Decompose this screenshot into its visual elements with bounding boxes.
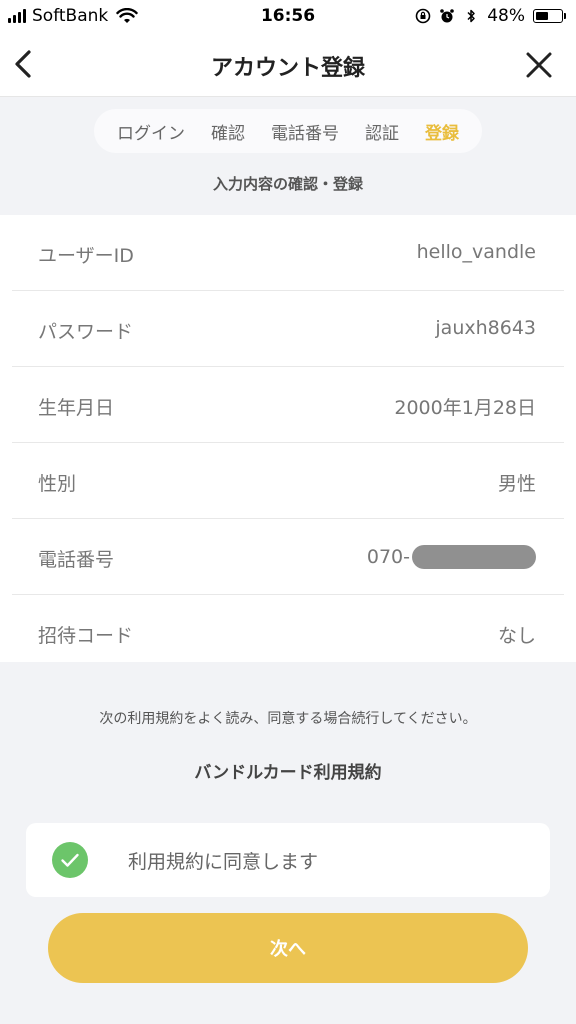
terms-note: 次の利用規約をよく読み、同意する場合続行してください。 xyxy=(99,711,477,727)
check-circle-icon[interactable] xyxy=(52,842,88,878)
status-bar: SoftBank 16:56 48% xyxy=(0,0,576,34)
step-1: ログイン xyxy=(117,123,185,144)
page-title: アカウント登録 xyxy=(210,56,365,81)
agree-terms-checkbox[interactable]: 利用規約に同意します xyxy=(26,823,550,897)
info-label: 生年月日 xyxy=(38,397,115,419)
next-button[interactable]: 次へ xyxy=(48,913,528,983)
step-indicator-section: ログイン 確認 電話番号 認証 登録 入力内容の確認・登録 xyxy=(0,97,576,215)
account-registration-screen: SoftBank 16:56 48% アカウント登録 ログイン 確認 電話番号 … xyxy=(0,0,576,1024)
info-value: 2000年1月28日 xyxy=(394,397,536,419)
step-2: 確認 xyxy=(211,123,245,144)
info-value: 男性 xyxy=(497,473,536,495)
orientation-lock-icon xyxy=(415,8,431,24)
battery-icon xyxy=(533,9,566,23)
info-label: ユーザーID xyxy=(38,245,134,267)
step-indicator: ログイン 確認 電話番号 認証 登録 xyxy=(94,109,482,153)
battery-percent: 48% xyxy=(487,6,525,26)
step-4: 認証 xyxy=(365,123,399,144)
info-row-gender: 性別 男性 xyxy=(12,443,564,519)
info-value: なし xyxy=(497,625,536,647)
info-value: jauxh8643 xyxy=(435,317,536,339)
navigation-bar: アカウント登録 xyxy=(0,34,576,97)
step-3: 電話番号 xyxy=(271,123,339,144)
info-value: hello_vandle xyxy=(416,241,536,263)
info-label: 電話番号 xyxy=(38,549,115,571)
confirmation-list: ユーザーID hello_vandle パスワード jauxh8643 生年月日… xyxy=(0,215,576,662)
info-row-phone: 電話番号 070- xyxy=(12,519,564,595)
agree-label: 利用規約に同意します xyxy=(128,851,319,873)
step-5: 登録 xyxy=(425,123,459,144)
info-label: 招待コード xyxy=(38,625,134,647)
info-value-phone: 070- xyxy=(367,545,536,569)
status-right: 48% xyxy=(415,6,566,26)
terms-link[interactable]: バンドルカード利用規約 xyxy=(0,758,576,783)
step-description: 入力内容の確認・登録 xyxy=(212,175,363,193)
info-label: 性別 xyxy=(38,473,77,495)
info-row-password: パスワード jauxh8643 xyxy=(12,291,564,367)
info-row-invite-code: 招待コード なし xyxy=(12,595,564,670)
alarm-icon xyxy=(440,9,455,23)
info-row-birthdate: 生年月日 2000年1月28日 xyxy=(12,367,564,443)
phone-prefix: 070- xyxy=(366,546,410,568)
bluetooth-icon xyxy=(467,9,475,23)
info-row-user-id: ユーザーID hello_vandle xyxy=(12,215,564,291)
redacted-phone-number xyxy=(412,545,536,569)
info-label: パスワード xyxy=(38,321,134,343)
close-icon[interactable] xyxy=(522,48,556,82)
